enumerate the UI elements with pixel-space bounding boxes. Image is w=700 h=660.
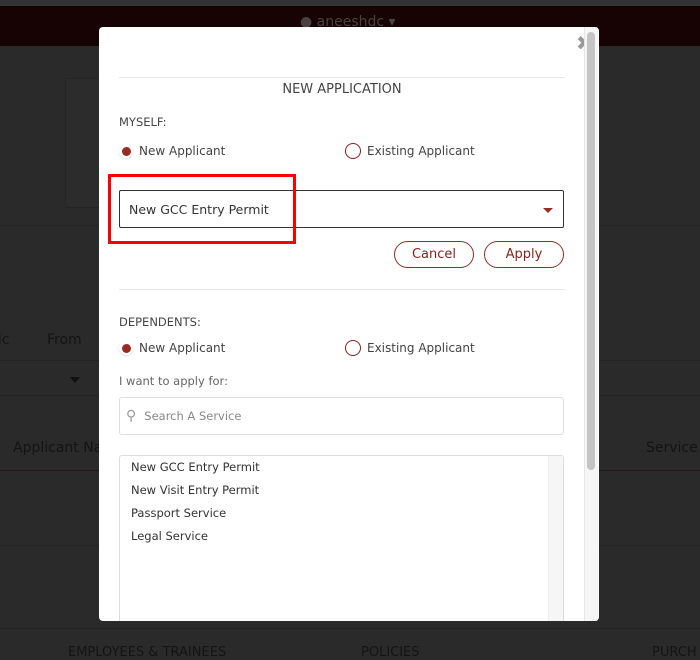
dropdown-caret-icon[interactable]: [70, 377, 80, 383]
list-item[interactable]: Passport Service: [131, 506, 226, 520]
search-placeholder: Search A Service: [144, 409, 242, 423]
myself-new-applicant-radio[interactable]: New Applicant: [119, 144, 225, 158]
radio-label: Existing Applicant: [367, 341, 475, 355]
radio-checked-icon: [119, 144, 133, 158]
list-item[interactable]: Legal Service: [131, 529, 208, 543]
column-service: Service: [646, 440, 698, 456]
radio-label: Existing Applicant: [367, 144, 475, 158]
myself-label: MYSELF:: [119, 115, 167, 129]
myself-existing-applicant-radio[interactable]: Existing Applicant: [345, 143, 475, 159]
radio-label: New Applicant: [139, 144, 226, 158]
footer-employees[interactable]: EMPLOYEES & TRAINEES: [68, 645, 226, 660]
divider: [0, 628, 700, 629]
dependents-label: DEPENDENTS:: [119, 315, 201, 329]
footer-purchase[interactable]: PURCH: [652, 645, 697, 660]
dependents-existing-applicant-radio[interactable]: Existing Applicant: [345, 340, 475, 356]
apply-button[interactable]: Apply: [484, 241, 564, 268]
list-item[interactable]: New Visit Entry Permit: [131, 483, 259, 497]
radio-unchecked-icon: [345, 143, 361, 159]
divider: [119, 77, 565, 78]
apply-for-label: I want to apply for:: [119, 374, 228, 388]
highlight-box: [108, 174, 296, 244]
list-scrollbar[interactable]: [548, 456, 563, 621]
footer-policies[interactable]: POLICIES: [361, 645, 420, 660]
new-application-modal: ✖ NEW APPLICATION MYSELF: New Applicant …: [99, 27, 599, 621]
search-service-input[interactable]: ⚲ Search A Service: [119, 397, 564, 435]
radio-checked-icon: [119, 341, 133, 355]
search-icon: ⚲: [126, 408, 137, 424]
service-list: New GCC Entry Permit New Visit Entry Per…: [119, 455, 564, 621]
modal-scrollbar-thumb[interactable]: [587, 32, 595, 470]
list-item[interactable]: New GCC Entry Permit: [131, 460, 260, 474]
dependents-new-applicant-radio[interactable]: New Applicant: [119, 341, 225, 355]
divider: [119, 289, 565, 290]
radio-unchecked-icon: [345, 340, 361, 356]
filter-label: lic: [0, 332, 10, 348]
from-label: From: [47, 332, 82, 348]
caret-down-icon: [543, 208, 553, 213]
radio-label: New Applicant: [139, 341, 226, 355]
cancel-button[interactable]: Cancel: [394, 241, 474, 268]
modal-title: NEW APPLICATION: [282, 82, 402, 97]
